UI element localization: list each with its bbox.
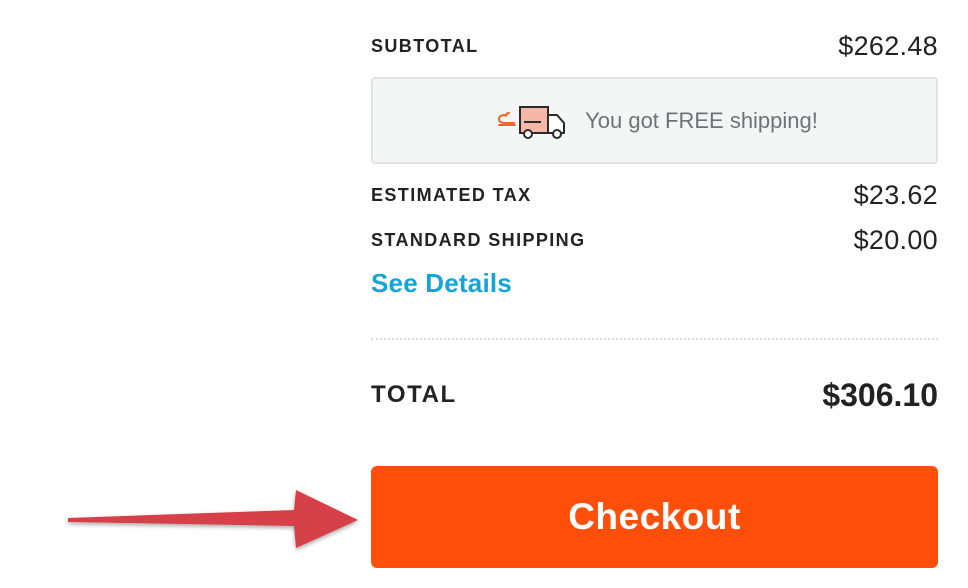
estimated-tax-label: ESTIMATED TAX (371, 184, 532, 205)
standard-shipping-label: STANDARD SHIPPING (371, 229, 586, 250)
subtotal-value: $262.48 (838, 30, 938, 61)
free-shipping-message: You got FREE shipping! (585, 107, 818, 133)
red-arrow-pointer-icon (68, 490, 358, 548)
total-row: TOTAL $306.10 (371, 372, 938, 418)
dotted-divider (371, 338, 938, 340)
see-details-link[interactable]: See Details (371, 268, 512, 299)
cart-summary-page: SUBTOTAL $262.48 You got FREE shipping! … (0, 0, 968, 588)
total-label: TOTAL (371, 381, 457, 408)
estimated-tax-row: ESTIMATED TAX $23.62 (371, 177, 938, 213)
estimated-tax-value: $23.62 (853, 179, 938, 210)
subtotal-label: SUBTOTAL (371, 35, 479, 56)
checkout-button[interactable]: Checkout (371, 466, 938, 568)
subtotal-row: SUBTOTAL $262.48 (371, 28, 938, 64)
free-shipping-banner: You got FREE shipping! (371, 77, 938, 164)
standard-shipping-value: $20.00 (853, 224, 938, 255)
delivery-truck-icon (491, 101, 571, 141)
standard-shipping-row: STANDARD SHIPPING $20.00 (371, 222, 938, 258)
total-value: $306.10 (822, 376, 938, 413)
